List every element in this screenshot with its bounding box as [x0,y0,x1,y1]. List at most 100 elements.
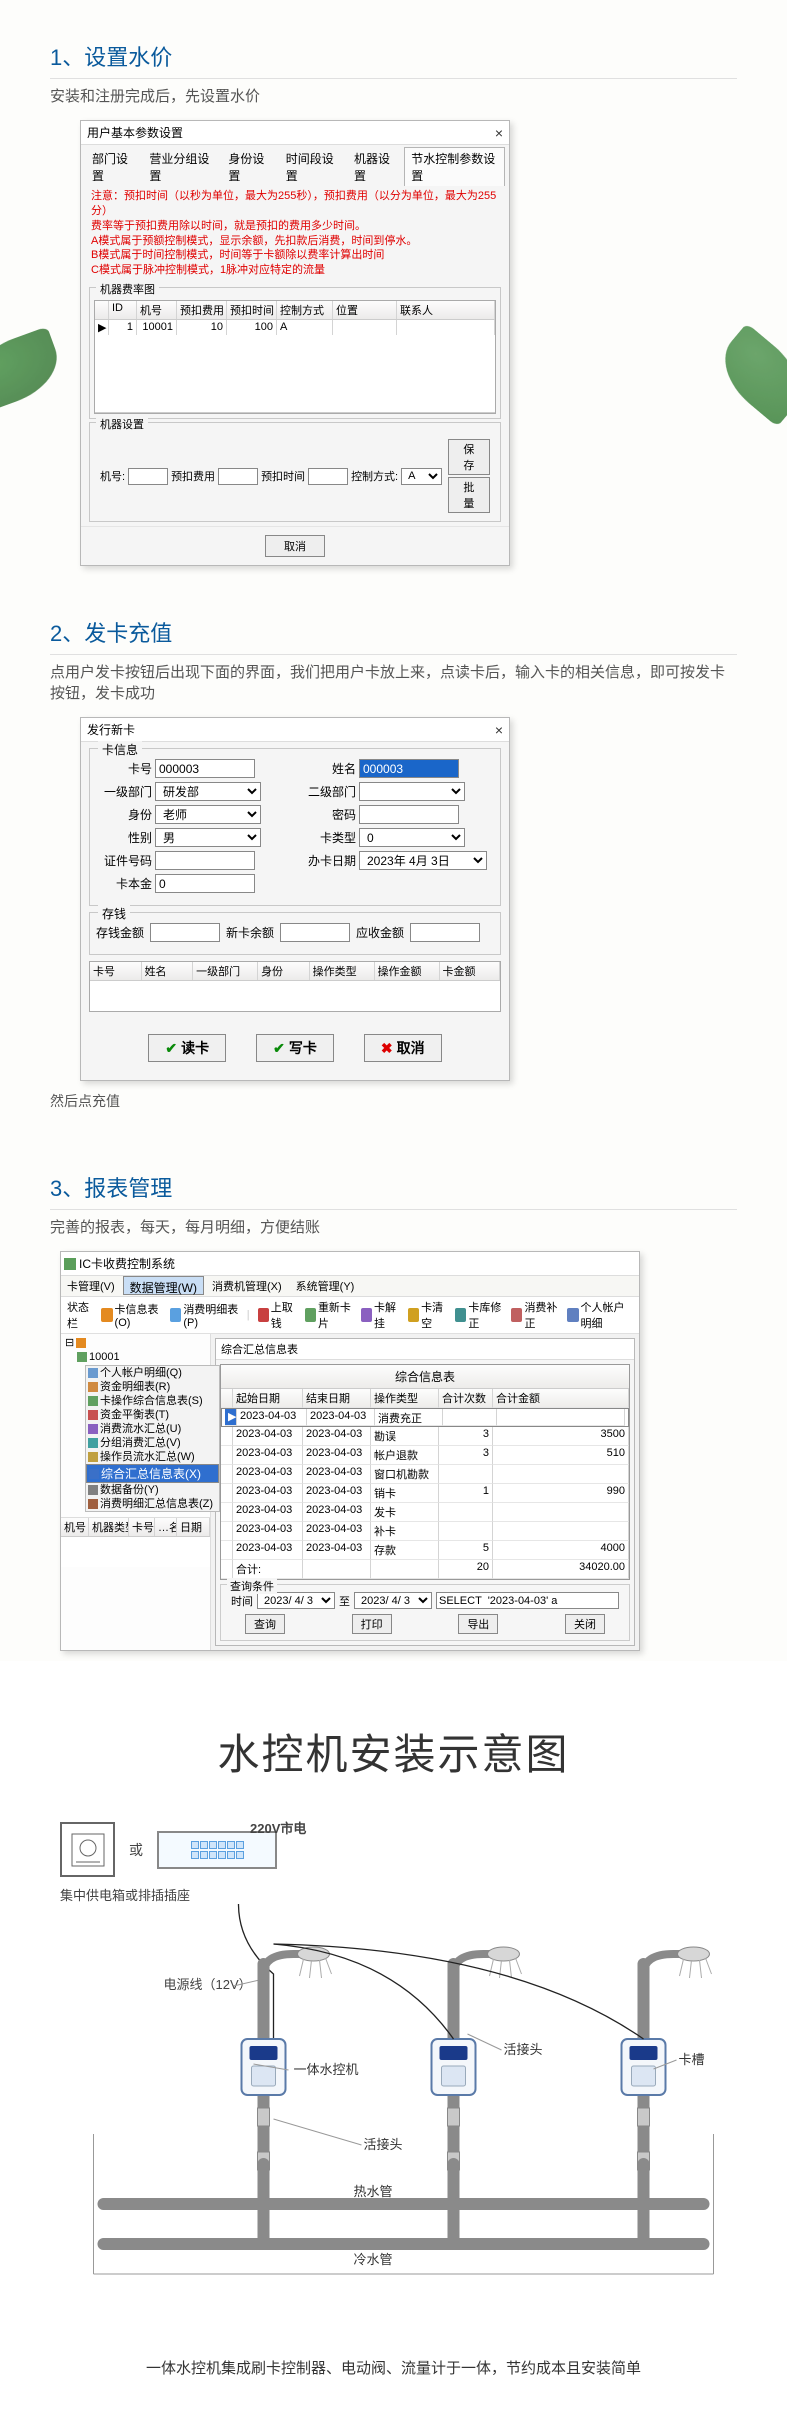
report-row[interactable]: 2023-04-032023-04-03勘误33500 [221,1427,629,1446]
print-button[interactable]: 打印 [352,1614,392,1634]
rate-group: 机器费率图 ID 机号 预扣费用 预扣时间 控制方式 位置 联系人 ▶ [89,287,501,419]
tree-root[interactable]: ⊟ [63,1336,208,1350]
tool-withdraw[interactable]: 上取钱 [258,1299,297,1331]
select-identity[interactable]: 老师 [155,805,261,824]
label-time: 预扣时间 [261,468,305,484]
save-button[interactable]: 保存 [448,439,490,475]
report-row[interactable]: 合计:2034020.00 [221,1560,629,1579]
select-dept2[interactable] [359,782,465,801]
col-id[interactable]: ID [109,301,137,319]
tool-correct[interactable]: 消费补正 [511,1299,559,1331]
input-fee[interactable] [218,468,258,485]
tool-detail[interactable]: 消费明细表(P) [170,1301,239,1329]
label-pwd: 密码 [300,806,356,823]
report-grid[interactable]: 综合信息表 起始日期 结束日期 操作类型 合计次数 合计金额 ▶2023-04-… [220,1364,630,1580]
tab-timeslot[interactable]: 时间段设置 [279,147,347,186]
col-mode[interactable]: 控制方式 [277,301,333,319]
tab-identity[interactable]: 身份设置 [221,147,278,186]
report-row[interactable]: 2023-04-032023-04-03帐户退款3510 [221,1446,629,1465]
rate-row[interactable]: ▶ 1 10001 10 100 A [95,320,495,335]
menu-data[interactable]: 数据管理(W) [123,1276,204,1295]
select-ctype[interactable]: 0 [359,828,465,847]
deposit-group: 存钱 存钱金额 新卡余额 应收金额 [89,912,501,955]
tree-item[interactable]: 综合汇总信息表(X) [86,1464,219,1483]
tab-water-params[interactable]: 节水控制参数设置 [404,147,505,186]
query-button[interactable]: 查询 [245,1614,285,1634]
tree-item[interactable]: 资金平衡表(T) [86,1408,219,1422]
report-row[interactable]: 2023-04-032023-04-03存款54000 [221,1541,629,1560]
input-cardno[interactable] [155,759,255,778]
batch-button[interactable]: 批量 [448,477,490,513]
input-recv[interactable] [410,923,480,942]
tree-item[interactable]: 操作员流水汇总(W) [86,1450,219,1464]
tool-fix[interactable]: 卡库修正 [455,1299,503,1331]
close-button[interactable]: 关闭 [565,1614,605,1634]
col-mach[interactable]: 机号 [137,301,177,319]
input-new-bal[interactable] [280,923,350,942]
export-button[interactable]: 导出 [458,1614,498,1634]
report-row[interactable]: ▶2023-04-032023-04-03消费充正 [221,1408,629,1427]
tool-personal[interactable]: 个人帐户明细 [567,1299,633,1331]
menu-system[interactable]: 系统管理(Y) [290,1276,361,1296]
col-loc[interactable]: 位置 [333,301,397,319]
report-row[interactable]: 2023-04-032023-04-03窗口机勘款 [221,1465,629,1484]
report-row[interactable]: 2023-04-032023-04-03发卡 [221,1503,629,1522]
close-icon[interactable]: × [495,722,503,738]
tab-dept[interactable]: 部门设置 [85,147,142,186]
input-idno[interactable] [155,851,255,870]
label-idno: 证件号码 [96,852,152,869]
input-time[interactable] [308,468,348,485]
tree-item[interactable]: 资金明细表(R) [86,1380,219,1394]
check-icon: ✔ [165,1040,177,1057]
label-name: 姓名 [300,760,356,777]
sec3-title: 3、报表管理 [50,1171,737,1203]
tree-item[interactable]: 消费流水汇总(U) [86,1422,219,1436]
settings-dialog: 用户基本参数设置 × 部门设置 营业分组设置 身份设置 时间段设置 机器设置 节… [80,120,510,566]
read-card-button[interactable]: ✔读卡 [148,1034,226,1062]
tree-item[interactable]: 卡操作综合信息表(S) [86,1394,219,1408]
tab-machine[interactable]: 机器设置 [347,147,404,186]
date-to[interactable]: 2023/ 4/ 3 [354,1592,432,1609]
tree-item[interactable]: 消费明细汇总信息表(Z) [86,1497,219,1511]
tool-cardinfo[interactable]: 卡信息表(O) [101,1301,162,1329]
menu-card[interactable]: 卡管理(V) [61,1276,121,1296]
divider [50,78,737,79]
rate-group-legend: 机器费率图 [96,281,159,297]
cancel-button[interactable]: ✖取消 [364,1034,442,1062]
select-dept1[interactable]: 研发部 [155,782,261,801]
card-op-grid[interactable]: 卡号 姓名 一级部门 身份 操作类型 操作金额 卡金额 [89,961,501,1012]
input-mach-no[interactable] [128,468,168,485]
tool-clear[interactable]: 卡清空 [408,1299,447,1331]
tab-bizgroup[interactable]: 营业分组设置 [142,147,221,186]
input-name[interactable] [359,759,459,778]
col-time[interactable]: 预扣时间 [227,301,277,319]
col-fee[interactable]: 预扣费用 [177,301,227,319]
report-row[interactable]: 2023-04-032023-04-03销卡1990 [221,1484,629,1503]
input-base[interactable] [155,874,255,893]
tree-item[interactable]: 数据备份(Y) [86,1483,219,1497]
tool-remake[interactable]: 重新卡片 [305,1299,353,1331]
select-mode[interactable]: A [401,468,442,485]
query-legend: 查询条件 [227,1578,277,1594]
report-row[interactable]: 2023-04-032023-04-03补卡 [221,1522,629,1541]
sql-input[interactable] [436,1592,619,1609]
bottom-grid[interactable]: 机号 机器类型 卡号 …名 日期 [61,1517,210,1567]
col-contact[interactable]: 联系人 [397,301,495,319]
menu-machine[interactable]: 消费机管理(X) [206,1276,288,1296]
side-panel: ⊟ 10001 个人帐户明细(Q)资金明细表(R)卡操作综合信息表(S)资金平衡… [61,1334,211,1650]
write-card-button[interactable]: ✔写卡 [256,1034,334,1062]
close-icon[interactable]: × [495,125,503,141]
tree-item[interactable]: 个人帐户明细(Q) [86,1366,219,1380]
label-identity: 身份 [96,806,152,823]
cancel-button[interactable]: 取消 [265,535,325,557]
tool-unhook[interactable]: 卡解挂 [361,1299,400,1331]
date-from[interactable]: 2023/ 4/ 3 [257,1592,335,1609]
date-picker[interactable]: 2023年 4月 3日 [359,851,487,870]
rate-grid[interactable]: ID 机号 预扣费用 预扣时间 控制方式 位置 联系人 ▶ 1 10001 10… [94,300,496,414]
label-to: 至 [339,1593,350,1609]
input-save-amt[interactable] [150,923,220,942]
tree-item[interactable]: 分组消费汇总(V) [86,1436,219,1450]
input-pwd[interactable] [359,805,459,824]
select-sex[interactable]: 男 [155,828,261,847]
tree-node[interactable]: 10001 [63,1350,208,1364]
